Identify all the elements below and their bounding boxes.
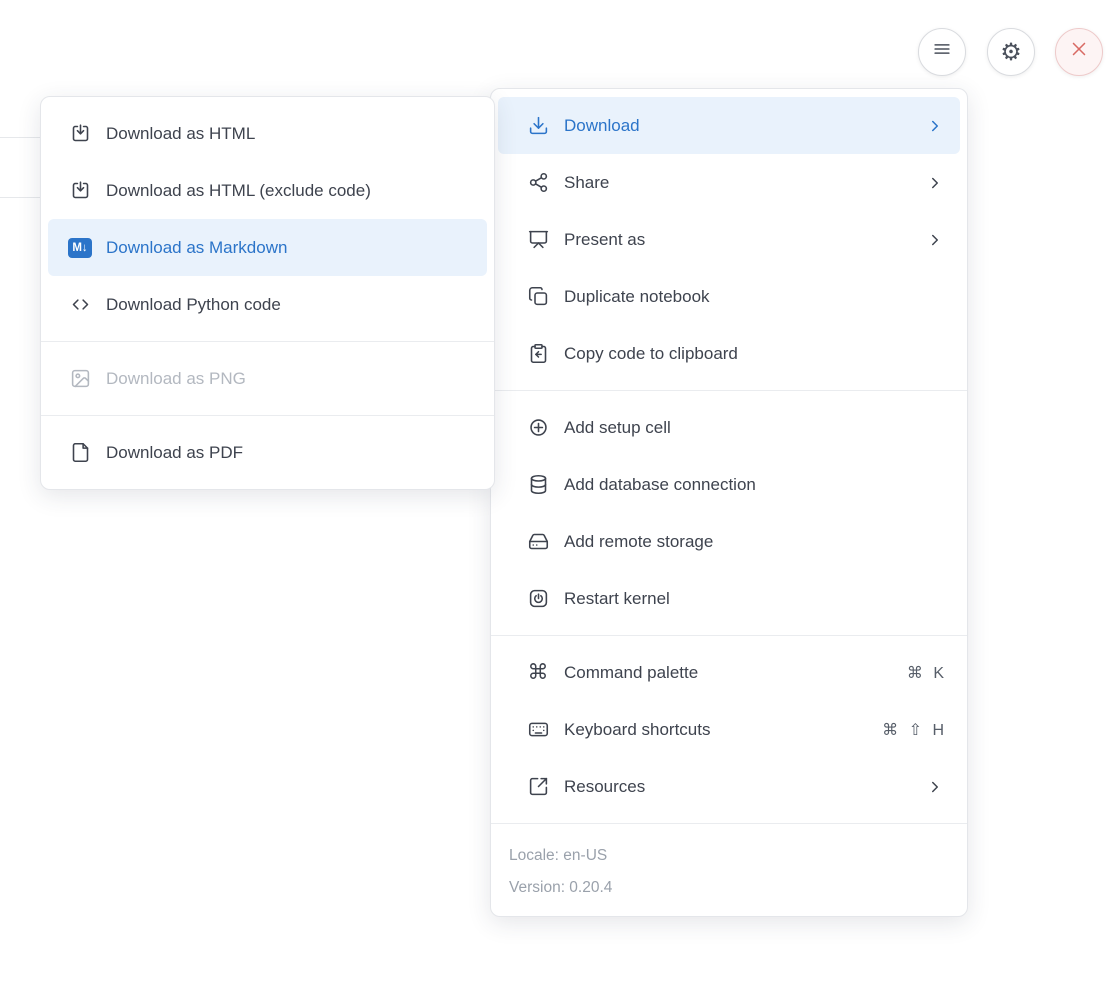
- circle-plus-icon: [526, 417, 550, 438]
- shortcut-hint: ⌘ K: [907, 663, 944, 683]
- menu-item-download[interactable]: Download: [498, 97, 960, 154]
- menu-item-label: Add database connection: [564, 475, 944, 495]
- menu-item-add-remote-storage[interactable]: Add remote storage: [498, 513, 960, 570]
- menu-item-label: Download as HTML (exclude code): [106, 181, 471, 201]
- close-x-icon: [1068, 38, 1090, 67]
- shortcut-hint: ⌘ ⇧ H: [882, 720, 944, 740]
- chevron-right-icon: [926, 174, 944, 192]
- menu-item-label: Restart kernel: [564, 589, 944, 609]
- menu-item-download-as-html-exclude-code[interactable]: Download as HTML (exclude code): [48, 162, 487, 219]
- menu-item-copy-code[interactable]: Copy code to clipboard: [498, 325, 960, 382]
- menu-item-restart-kernel[interactable]: Restart kernel: [498, 570, 960, 627]
- menu-item-download-as-png: Download as PNG: [48, 350, 487, 407]
- menu-item-label: Add setup cell: [564, 418, 944, 438]
- menu-item-download-as-markdown[interactable]: M↓ Download as Markdown: [48, 219, 487, 276]
- chevron-right-icon: [926, 117, 944, 135]
- menu-item-keyboard-shortcuts[interactable]: Keyboard shortcuts ⌘ ⇧ H: [498, 701, 960, 758]
- menu-button[interactable]: [918, 28, 966, 76]
- markdown-icon: M↓: [68, 238, 92, 258]
- menu-item-download-python-code[interactable]: Download Python code: [48, 276, 487, 333]
- chevron-right-icon: [926, 231, 944, 249]
- menu-item-label: Command palette: [564, 663, 907, 683]
- download-box-icon: [68, 180, 92, 201]
- menu-item-label: Download as PNG: [106, 369, 471, 389]
- settings-button[interactable]: ⚙: [987, 28, 1035, 76]
- menu-item-label: Download: [564, 116, 926, 136]
- menu-separator: [491, 635, 967, 636]
- version-text: Version: 0.20.4: [509, 872, 949, 904]
- download-submenu: Download as HTML Download as HTML (exclu…: [40, 96, 495, 490]
- menu-separator: [41, 415, 494, 416]
- file-icon: [68, 442, 92, 463]
- download-box-icon: [68, 123, 92, 144]
- command-icon: ⌘: [526, 662, 550, 683]
- download-icon: [526, 115, 550, 136]
- database-icon: [526, 474, 550, 495]
- menu-item-resources[interactable]: Resources: [498, 758, 960, 815]
- menu-item-label: Keyboard shortcuts: [564, 720, 882, 740]
- menu-item-share[interactable]: Share: [498, 154, 960, 211]
- menu-item-label: Download as Markdown: [106, 238, 471, 258]
- notebook-page: ⚙ Download Share: [0, 0, 1118, 984]
- menu-item-label: Download as PDF: [106, 443, 471, 463]
- duplicate-icon: [526, 286, 550, 307]
- locale-text: Locale: en-US: [509, 840, 949, 872]
- external-link-icon: [526, 776, 550, 797]
- hamburger-icon: [931, 38, 953, 67]
- menu-item-label: Download as HTML: [106, 124, 471, 144]
- keyboard-icon: [526, 719, 550, 740]
- menu-separator: [491, 390, 967, 391]
- notebook-actions-menu: Download Share Present as: [490, 88, 968, 917]
- chevron-right-icon: [926, 778, 944, 796]
- menu-item-label: Share: [564, 173, 926, 193]
- menu-item-label: Resources: [564, 777, 926, 797]
- menu-item-add-setup-cell[interactable]: Add setup cell: [498, 399, 960, 456]
- menu-item-label: Copy code to clipboard: [564, 344, 944, 364]
- menu-item-label: Present as: [564, 230, 926, 250]
- menu-item-add-database-connection[interactable]: Add database connection: [498, 456, 960, 513]
- menu-item-download-as-html[interactable]: Download as HTML: [48, 105, 487, 162]
- menu-item-command-palette[interactable]: ⌘ Command palette ⌘ K: [498, 644, 960, 701]
- clipboard-copy-icon: [526, 343, 550, 364]
- menu-separator: [41, 341, 494, 342]
- menu-item-label: Duplicate notebook: [564, 287, 944, 307]
- menu-item-label: Download Python code: [106, 295, 471, 315]
- menu-item-download-as-pdf[interactable]: Download as PDF: [48, 424, 487, 481]
- menu-separator: [491, 823, 967, 824]
- power-square-icon: [526, 588, 550, 609]
- menu-item-duplicate-notebook[interactable]: Duplicate notebook: [498, 268, 960, 325]
- menu-item-label: Add remote storage: [564, 532, 944, 552]
- menu-item-present-as[interactable]: Present as: [498, 211, 960, 268]
- hard-drive-icon: [526, 531, 550, 552]
- close-button[interactable]: [1055, 28, 1103, 76]
- menu-footer: Locale: en-US Version: 0.20.4: [491, 832, 967, 908]
- share-icon: [526, 172, 550, 193]
- gear-icon: ⚙: [1000, 38, 1022, 67]
- presentation-icon: [526, 229, 550, 250]
- image-icon: [68, 368, 92, 389]
- code-icon: [68, 294, 92, 315]
